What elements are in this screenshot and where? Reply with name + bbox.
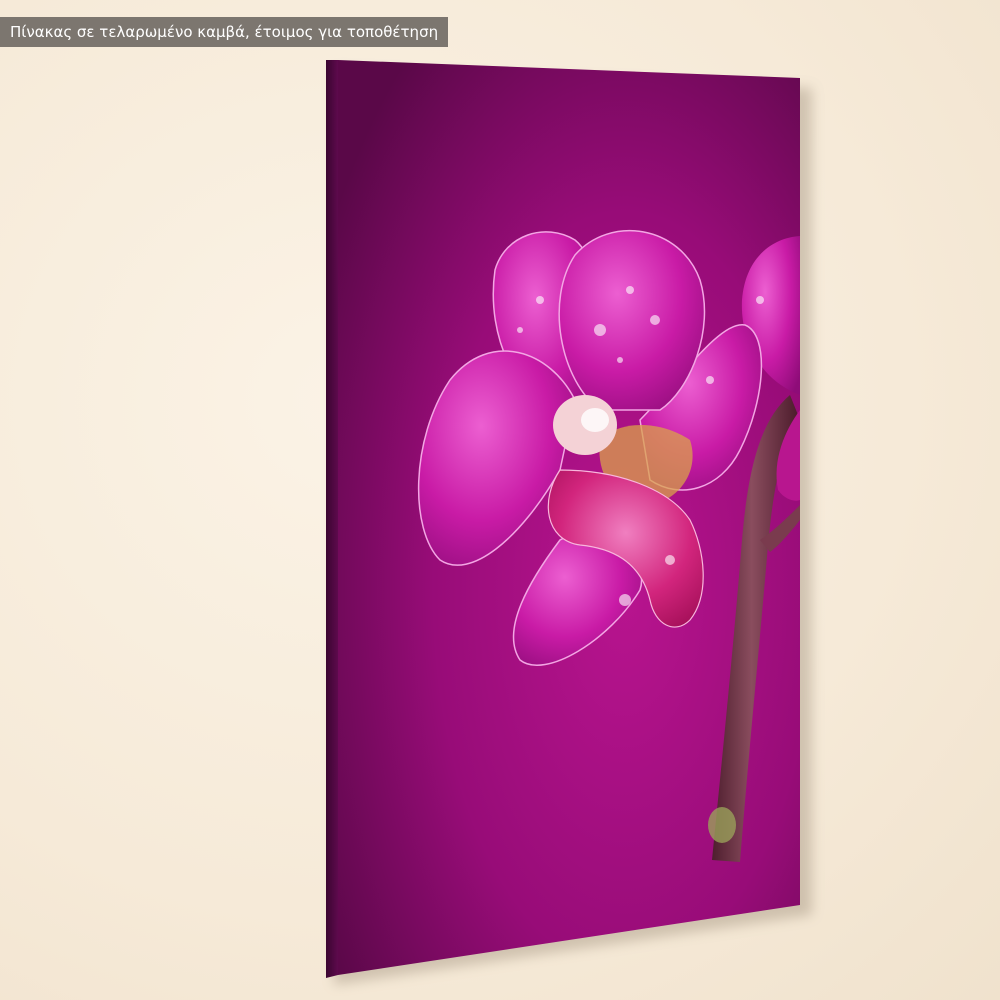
orchid-column-highlight — [581, 408, 609, 432]
stem-node — [708, 807, 736, 843]
water-droplet — [626, 286, 634, 294]
orchid-top-petal — [558, 229, 706, 411]
water-droplet — [594, 324, 606, 336]
water-droplet — [619, 594, 631, 606]
water-droplet — [665, 555, 675, 565]
water-droplet — [517, 327, 523, 333]
canvas-print-artwork — [0, 0, 1000, 1000]
water-droplet — [650, 315, 660, 325]
canvas-print-image — [326, 60, 812, 985]
canvas-side-edge — [326, 60, 338, 978]
water-droplet — [617, 357, 623, 363]
water-droplet — [756, 296, 764, 304]
water-droplet — [536, 296, 544, 304]
water-droplet — [706, 376, 714, 384]
